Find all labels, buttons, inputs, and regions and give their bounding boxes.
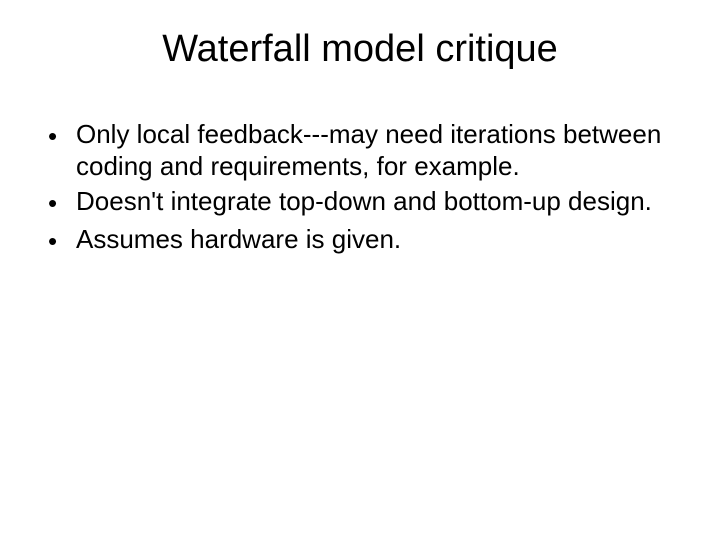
- slide-title: Waterfall model critique: [40, 28, 680, 71]
- list-item: • Only local feedback---may need iterati…: [48, 119, 680, 182]
- slide-container: Waterfall model critique • Only local fe…: [0, 0, 720, 540]
- bullet-text: Assumes hardware is given.: [76, 224, 680, 256]
- bullet-text: Only local feedback---may need iteration…: [76, 119, 680, 182]
- bullet-list: • Only local feedback---may need iterati…: [40, 119, 680, 258]
- list-item: • Assumes hardware is given.: [48, 224, 680, 258]
- bullet-icon: •: [48, 119, 76, 153]
- bullet-icon: •: [48, 224, 76, 258]
- list-item: • Doesn't integrate top-down and bottom-…: [48, 186, 680, 220]
- bullet-text: Doesn't integrate top-down and bottom-up…: [76, 186, 680, 218]
- bullet-icon: •: [48, 186, 76, 220]
